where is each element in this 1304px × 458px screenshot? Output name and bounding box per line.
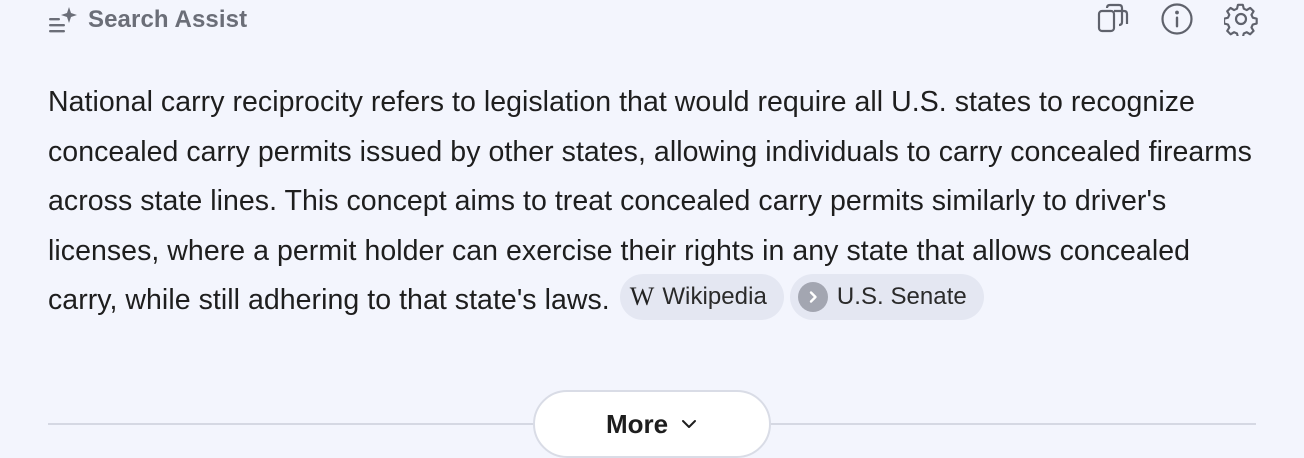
answer-text: National carry reciprocity refers to leg… bbox=[48, 78, 1263, 326]
chevron-right-circle-icon bbox=[797, 282, 828, 313]
more-button-label: More bbox=[605, 408, 669, 439]
copy-icon[interactable] bbox=[1096, 2, 1130, 36]
source-chip-us-senate[interactable]: U.S. Senate bbox=[789, 274, 984, 321]
search-assist-panel: Search Assist National carry reciprocity… bbox=[0, 0, 1304, 458]
info-icon[interactable] bbox=[1160, 2, 1194, 36]
source-chip-label: U.S. Senate bbox=[836, 283, 967, 311]
header-actions bbox=[1096, 0, 1258, 38]
sparkle-list-icon bbox=[48, 5, 78, 35]
chevron-down-icon bbox=[680, 415, 698, 433]
source-chip-label: Wikipedia bbox=[662, 283, 767, 311]
source-chip-wikipedia[interactable]: W Wikipedia bbox=[619, 274, 784, 321]
panel-title: Search Assist bbox=[88, 6, 248, 33]
gear-icon[interactable] bbox=[1224, 2, 1258, 36]
search-assist-header: Search Assist bbox=[48, 0, 247, 40]
wikipedia-w-icon: W bbox=[629, 282, 655, 312]
more-button[interactable]: More bbox=[533, 390, 771, 458]
